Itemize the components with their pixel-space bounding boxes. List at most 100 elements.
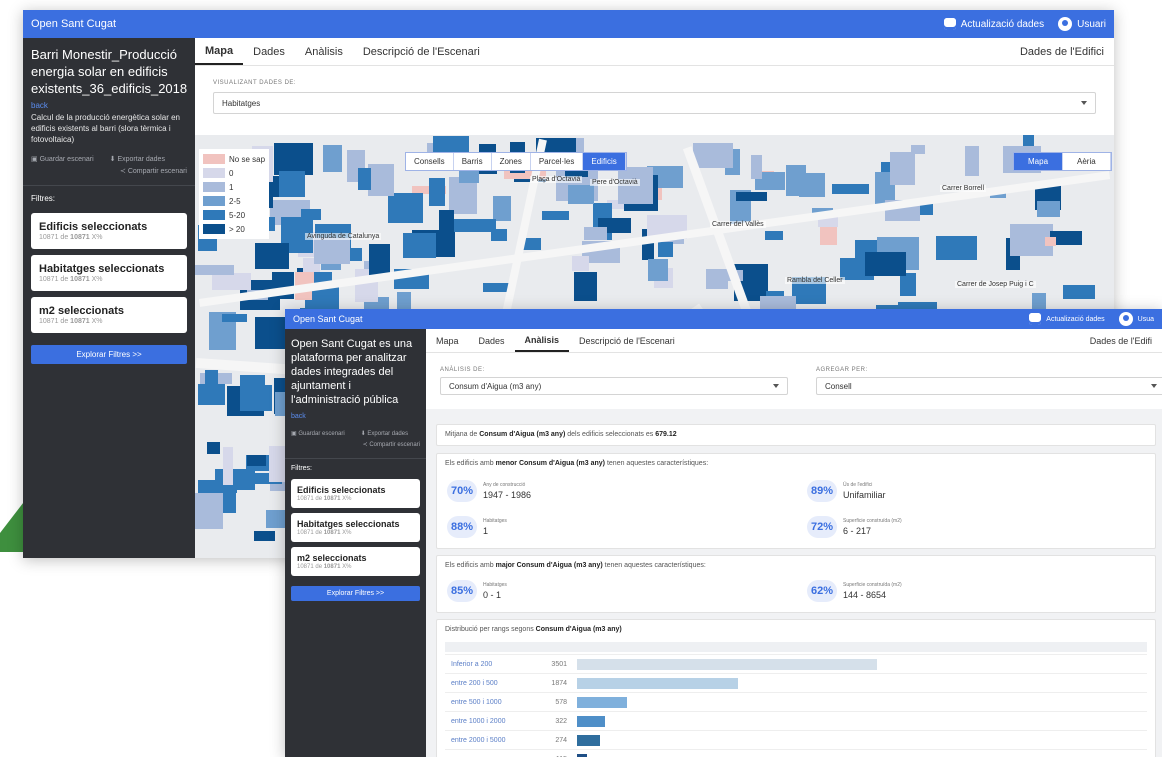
map-mode-button[interactable]: Mapa [1014,153,1064,170]
export-data-button[interactable]: ⬇ Exportar dades [110,155,165,163]
building-block[interactable] [253,531,275,541]
building-block[interactable] [750,154,762,180]
visualize-select[interactable]: Habitatges [213,92,1096,114]
building-block[interactable] [889,151,916,185]
filter-card-m2[interactable]: m2 seleccionats 10871 de 10871 X% [31,297,187,333]
distribution-range-label: entre 1000 i 2000 [451,717,506,725]
building-block[interactable] [314,238,351,264]
building-block[interactable] [255,243,290,269]
share-scenario-button[interactable]: ≺ Compartir escenari [31,167,187,175]
building-block[interactable] [799,173,826,198]
building-block[interactable] [239,375,266,411]
layer-button[interactable]: Edificis [583,153,626,170]
building-block[interactable] [438,210,454,234]
building-block[interactable] [358,168,372,191]
building-block[interactable] [583,226,608,240]
save-scenario-button[interactable]: ▣ Guardar escenari [31,155,94,163]
building-block[interactable] [454,219,497,232]
building-block[interactable] [491,228,507,242]
legend-label: 0 [229,168,234,178]
back-link[interactable]: back [285,411,426,422]
tab-scenario-description[interactable]: Descripció de l'Escenari [569,329,685,352]
legend-item: 2-5 [203,194,265,208]
building-block[interactable] [736,191,767,201]
building-block[interactable] [402,233,436,258]
building-block[interactable] [300,208,321,221]
building-data-link[interactable]: Dades de l'Edifi [1080,329,1162,352]
building-block[interactable] [764,231,783,240]
distribution-range-label: entre 2000 i 5000 [451,736,506,744]
save-scenario-button[interactable]: ▣ Guardar escenari [291,430,345,437]
tab-data[interactable]: Dades [469,329,515,352]
tab-analysis[interactable]: Anàlisis [514,329,570,352]
building-block[interactable] [221,313,247,323]
app-brand[interactable]: Open Sant Cugat [31,18,930,30]
building-block[interactable] [964,146,980,177]
stat-percent: 62% [807,580,837,602]
top-bar: Open Sant Cugat Actualizació dades Usuar… [23,10,1114,38]
building-block[interactable] [567,184,594,204]
filter-card-buildings[interactable]: Edificis seleccionats 10871 de 10871 X% [291,479,420,508]
building-block[interactable] [212,273,251,290]
building-block[interactable] [368,163,395,197]
share-scenario-button[interactable]: ≺ Compartir escenari [291,441,420,448]
building-block[interactable] [541,211,570,221]
building-block[interactable] [831,183,870,194]
filter-card-dwellings[interactable]: Habitatges seleccionats 10871 de 10871 X… [31,255,187,291]
layer-button[interactable]: Barris [454,153,492,170]
map-mode-button[interactable]: Aèria [1063,153,1111,170]
legend-label: 2-5 [229,196,241,206]
building-block[interactable] [195,264,234,276]
layer-button[interactable]: Consells [406,153,454,170]
building-block[interactable] [1062,285,1096,300]
building-block[interactable] [572,256,590,272]
building-block[interactable] [935,235,977,260]
building-block[interactable] [222,447,234,485]
user-menu[interactable]: Usuari [1058,17,1106,31]
layer-button[interactable]: Parcel·les [531,153,584,170]
filter-card-buildings[interactable]: Edificis seleccionats 10871 de 10871 X% [31,213,187,249]
building-block[interactable] [658,242,673,258]
tab-map[interactable]: Mapa [195,38,244,65]
explore-filters-button[interactable]: Explorar Filtres >> [291,586,420,601]
distribution-row: entre 2000 i 5000 274 [445,730,1147,749]
tab-scenario-description[interactable]: Descripció de l'Escenari [353,38,490,65]
filter-card-dwellings[interactable]: Habitatges seleccionats 10871 de 10871 X… [291,513,420,542]
group-by-select[interactable]: Consell [816,377,1162,395]
update-data-button[interactable]: Actualizació dades [943,18,1044,30]
building-data-link[interactable]: Dades de l'Edifici [1010,38,1114,65]
building-block[interactable] [428,178,446,206]
building-block[interactable] [323,145,343,173]
user-menu[interactable]: Usua [1118,312,1154,326]
building-block[interactable] [1036,201,1060,218]
filter-card-m2[interactable]: m2 seleccionats 10871 de 10871 X% [291,547,420,576]
building-block[interactable] [206,441,220,454]
building-block[interactable] [706,268,728,289]
building-block[interactable] [693,143,733,169]
building-block[interactable] [648,259,668,281]
layer-button[interactable]: Zones [492,153,531,170]
building-block[interactable] [387,192,423,223]
tab-data[interactable]: Dades [243,38,295,65]
export-data-button[interactable]: ⬇ Exportar dades [361,430,408,437]
back-link[interactable]: back [23,101,195,110]
street-label: Pere d'Octavià [590,179,640,186]
building-block[interactable] [205,369,219,391]
scenario-title: Barri Monestir_Producció energia solar e… [31,47,188,96]
update-data-button[interactable]: Actualizació dades [1029,313,1105,325]
building-block[interactable] [864,252,906,276]
building-block[interactable] [1045,237,1057,247]
building-block[interactable] [574,271,598,301]
explore-filters-button[interactable]: Explorar Filtres >> [31,345,187,364]
building-block[interactable] [215,469,256,491]
analysis-select[interactable]: Consum d'Aigua (m3 any) [440,377,788,395]
tab-analysis[interactable]: Anàlisis [295,38,353,65]
tab-map[interactable]: Mapa [426,329,469,352]
building-block[interactable] [278,171,306,197]
building-block[interactable] [195,493,224,530]
building-block[interactable] [899,273,917,296]
building-block[interactable] [247,454,266,466]
street-label: Avinguda de Catalunya [305,233,382,240]
app-brand[interactable]: Open Sant Cugat [293,314,1015,324]
building-block[interactable] [492,196,511,221]
